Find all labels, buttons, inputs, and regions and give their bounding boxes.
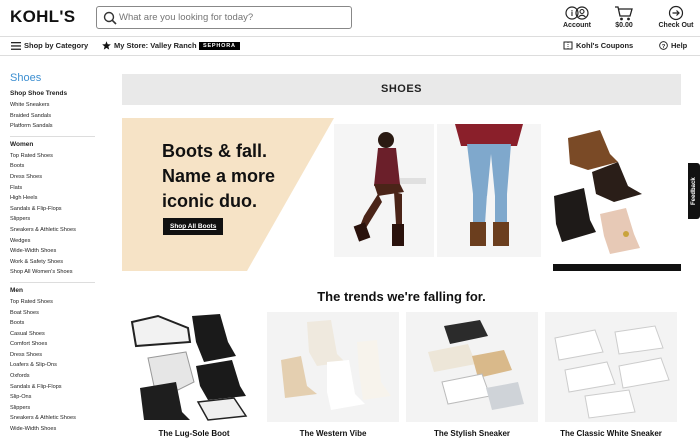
sidebar-heading-women[interactable]: Women [10,141,100,148]
help-icon: ? [659,41,668,50]
my-store-link[interactable]: My Store: Valley Ranch [102,41,197,50]
svg-text:?: ? [662,44,666,50]
sidebar-link[interactable]: Work & Safety Shoes [10,257,100,268]
star-icon [102,41,111,50]
sidebar-link[interactable]: Boots [10,161,100,172]
sidebar-link[interactable]: Sneakers & Athletic Shoes [10,413,100,424]
trend-card-lug-sole[interactable] [128,312,260,422]
category-sidebar: Shoes Shop Shoe Trends White Sneakers Br… [10,72,100,435]
sidebar-link[interactable]: Slippers [10,403,100,414]
feedback-tab[interactable]: Feedback [688,163,700,219]
hero-photo-man [437,124,541,257]
sidebar-link[interactable]: Braided Sandals [10,111,100,122]
hero-headline: Boots & fall. Name a more iconic duo. [162,139,275,214]
hero-line-3: iconic duo. [162,191,258,211]
sidebar-link[interactable]: Sandals & Flip-Flops [10,382,100,393]
search-input[interactable] [119,9,347,26]
sidebar-title[interactable]: Shoes [10,72,100,84]
search-icon [103,11,117,25]
cart-amount: $0.00 [615,22,633,29]
sidebar-heading-men[interactable]: Men [10,287,100,294]
sidebar-link[interactable]: Wide-Width Shoes [10,424,100,435]
account-icon: i [565,6,589,20]
checkout-label: Check Out [658,22,694,29]
trend-card-western[interactable] [267,312,399,422]
coupon-icon [563,41,573,50]
sidebar-link[interactable]: Comfort Shoes [10,339,100,350]
sidebar-link[interactable]: White Sneakers [10,100,100,111]
hero-line-2: Name a more [162,166,276,186]
sidebar-heading-trends[interactable]: Shop Shoe Trends [10,90,100,97]
shop-all-boots-button[interactable]: Shop All Boots [163,218,224,235]
sidebar-divider [10,281,95,283]
sidebar-link[interactable]: Boots [10,318,100,329]
hero-shadow-bar [553,264,681,271]
hero-photo-boots [544,124,681,271]
coupons-label: Kohl's Coupons [576,41,634,50]
sidebar-link[interactable]: Slip-Ons [10,392,100,403]
checkout-button[interactable]: Check Out [658,5,694,29]
page-title: SHOES [122,74,681,105]
sidebar-link[interactable]: Oxfords [10,371,100,382]
shop-by-category-label: Shop by Category [24,41,89,50]
sidebar-divider [10,135,95,137]
sidebar-link[interactable]: Dress Shoes [10,172,100,183]
sidebar-link[interactable]: Sneakers & Athletic Shoes [10,225,100,236]
kohls-logo[interactable]: KOHL'S [10,7,75,27]
svg-text:i: i [571,9,573,18]
trends-heading: The trends we're falling for. [317,289,486,304]
account-button[interactable]: i Account [559,5,595,29]
trend-card-label[interactable]: The Western Vibe [267,429,399,438]
my-store-label: My Store: Valley Ranch [114,41,197,50]
sidebar-link[interactable]: Shop All Women's Shoes [10,267,100,278]
sidebar-link[interactable]: Platform Sandals [10,121,100,132]
secondary-nav: Shop by Category My Store: Valley Ranch … [0,36,700,56]
trend-card-stylish-sneaker[interactable] [406,312,538,422]
trend-card-label[interactable]: The Lug-Sole Boot [128,429,260,438]
hero-line-1: Boots & fall. [162,141,268,161]
boots-collection-image [554,130,642,254]
sidebar-link[interactable]: High Heels [10,193,100,204]
checkout-arrow-icon [668,5,684,21]
trend-card-label[interactable]: The Classic White Sneaker [545,429,677,438]
woman-in-boots-image [353,132,426,246]
help-link[interactable]: ? Help [659,41,687,50]
sidebar-link[interactable]: Sandals & Flip-Flops [10,204,100,215]
hero-banner[interactable]: Boots & fall. Name a more iconic duo. Sh… [122,118,681,271]
sidebar-link[interactable]: Wide-Width Shoes [10,246,100,257]
sidebar-link[interactable]: Top Rated Shoes [10,297,100,308]
search-box[interactable] [96,6,352,29]
sidebar-link[interactable]: Flats [10,183,100,194]
sephora-logo: SEPHORA [199,42,240,50]
cart-icon [615,6,633,21]
hero-photo-woman [334,124,434,257]
account-label: Account [563,22,591,29]
sidebar-link[interactable]: Wedges [10,236,100,247]
sephora-link[interactable]: SEPHORA [199,42,240,50]
western-boots-image [281,320,391,410]
sidebar-link[interactable]: Casual Shoes [10,329,100,340]
hamburger-icon [11,41,21,50]
man-in-boots-image [455,124,523,246]
trend-card-label[interactable]: The Stylish Sneaker [406,429,538,438]
top-header: KOHL'S i Account $0.00 Check Out [0,0,700,36]
stylish-sneakers-image [428,320,524,410]
trend-card-classic-white[interactable] [545,312,677,422]
lug-sole-boots-image [130,314,248,421]
coupons-link[interactable]: Kohl's Coupons [563,41,633,50]
white-sneakers-image [554,325,670,419]
sidebar-link[interactable]: Loafers & Slip-Ons [10,360,100,371]
shop-by-category-button[interactable]: Shop by Category [11,41,88,50]
sidebar-link[interactable]: Top Rated Shoes [10,151,100,162]
sidebar-link[interactable]: Slippers [10,214,100,225]
sidebar-link[interactable]: Dress Shoes [10,350,100,361]
cart-button[interactable]: $0.00 [606,5,642,29]
help-label: Help [671,41,688,50]
sidebar-link[interactable]: Boat Shoes [10,308,100,319]
